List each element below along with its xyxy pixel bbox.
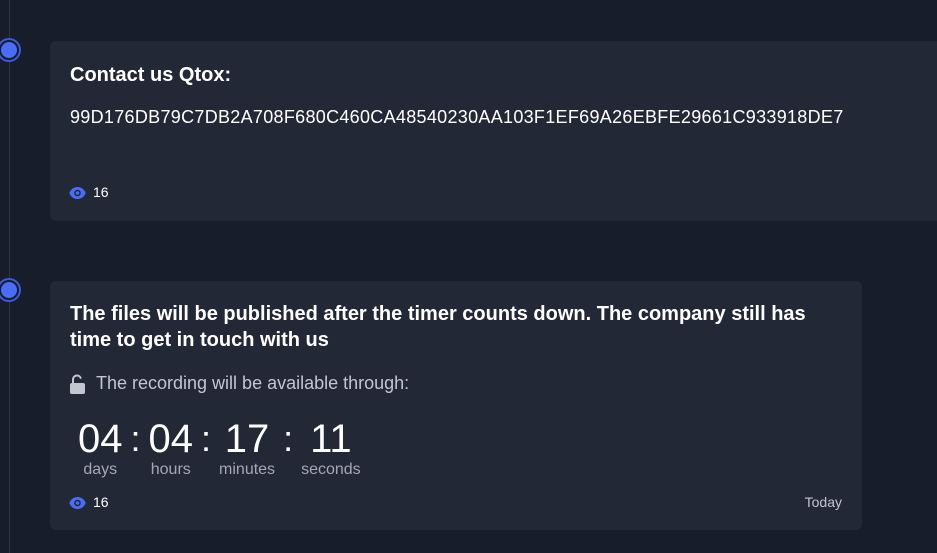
post-date: Today xyxy=(804,494,842,510)
views-count: 16 xyxy=(93,184,109,200)
countdown-timer: 04 days : 04 hours : 17 minutes : 11 sec… xyxy=(78,417,361,479)
views-counter: 16 xyxy=(69,184,109,200)
eye-icon xyxy=(69,496,86,509)
timer-hours-label: hours xyxy=(150,461,191,478)
timer-minutes-value: 17 xyxy=(224,417,270,461)
timeline-line xyxy=(9,0,10,553)
page: Contact us Qtox: 99D176DB79C7DB2A708F680… xyxy=(0,0,937,553)
timer-minutes-label: minutes xyxy=(219,461,276,478)
timer-days-value: 04 xyxy=(78,417,123,461)
timer-seconds-value: 11 xyxy=(310,417,352,461)
timer-minutes: 17 minutes xyxy=(219,417,275,479)
post-card-contact[interactable]: Contact us Qtox: 99D176DB79C7DB2A708F680… xyxy=(50,41,937,221)
views-counter: 16 xyxy=(69,494,109,510)
timeline-dot xyxy=(0,38,21,62)
recording-text: The recording will be available through: xyxy=(96,373,410,393)
unlock-icon xyxy=(69,374,87,394)
timer-separator: : xyxy=(201,418,212,459)
recording-notice: The recording will be available through: xyxy=(69,373,409,394)
timeline-dot-inner xyxy=(1,42,17,58)
timer-seconds: 11 seconds xyxy=(301,417,361,479)
qtox-id: 99D176DB79C7DB2A708F680C460CA48540230AA1… xyxy=(70,107,844,127)
timer-hours: 04 hours xyxy=(149,417,194,479)
timeline-dot xyxy=(0,278,21,302)
timer-separator: : xyxy=(283,418,294,459)
timer-days-label: days xyxy=(83,461,118,478)
eye-icon xyxy=(69,186,86,199)
post-title: The files will be published after the ti… xyxy=(70,303,806,351)
views-count: 16 xyxy=(93,494,109,510)
timer-separator: : xyxy=(130,418,141,459)
timeline-dot-inner xyxy=(1,282,17,298)
timer-days: 04 days xyxy=(78,417,123,479)
timer-seconds-label: seconds xyxy=(301,461,361,478)
post-card-timer[interactable]: The files will be published after the ti… xyxy=(50,281,862,530)
post-title: Contact us Qtox: xyxy=(70,64,232,86)
timer-hours-value: 04 xyxy=(148,417,194,461)
